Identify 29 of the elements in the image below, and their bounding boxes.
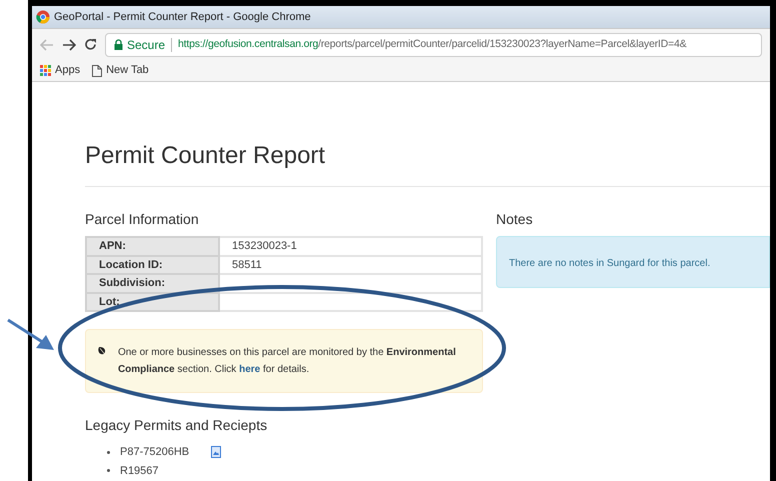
apps-icon	[40, 65, 51, 76]
table-cell: APN:	[86, 237, 219, 256]
details-link[interactable]: here	[239, 364, 260, 375]
bullet-icon	[107, 469, 110, 472]
table-cell: 153230023-1	[219, 237, 482, 256]
table-cell: 58511	[219, 256, 482, 274]
window-title: GeoPortal - Permit Counter Report - Google Chrome	[54, 10, 311, 25]
section-heading: Legacy Permits and Reciepts	[85, 416, 268, 435]
bullet-icon	[107, 450, 110, 454]
lock-icon	[114, 39, 123, 50]
forward-icon[interactable]	[62, 38, 76, 50]
page-icon	[92, 64, 102, 76]
notes-message: There are no notes in Sungard for this parcel.	[509, 258, 710, 269]
document-icon[interactable]	[211, 446, 222, 458]
bookmark-item[interactable]: New Tab	[106, 62, 149, 79]
table-cell: Subdivision:	[86, 274, 219, 292]
alert-message: One or more businesses on this parcel are monitored by the Environmental Compliance section. Click here for details.	[118, 346, 457, 377]
address-bar[interactable]: Secure https://geofusion.centralsan.org/reports/parcel/permitCounter/parcelid/153230023?layerName=Parcel&layerID=4&	[105, 32, 762, 56]
reload-icon[interactable]	[84, 38, 97, 51]
page-title: Permit Counter Report	[85, 144, 326, 168]
permit-label: R19567	[120, 464, 159, 478]
annotation-arrow	[6, 318, 56, 352]
browser-icon	[36, 10, 50, 24]
bookmark-item[interactable]: Apps	[55, 62, 80, 79]
section-heading: Parcel Information	[85, 210, 200, 229]
section-heading: Notes	[496, 210, 534, 229]
secure-label: Secure	[127, 36, 166, 54]
permit-label: P87-75206HB	[120, 445, 190, 460]
url-text: https://geofusion.centralsan.org/reports/parcel/permitCounter/parcelid/153230023?layerName=Parcel&layerID=4&	[178, 36, 686, 52]
